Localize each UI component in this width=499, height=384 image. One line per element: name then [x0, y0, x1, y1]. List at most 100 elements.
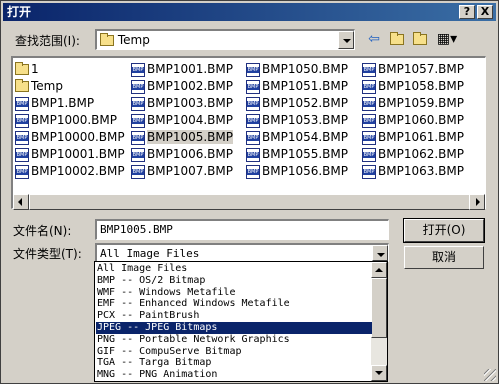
filetype-combo[interactable]: All Image Files: [95, 243, 389, 262]
file-item[interactable]: BMP1003.BMP: [131, 95, 233, 112]
file-item[interactable]: BMP1005.BMP: [131, 129, 233, 146]
file-item[interactable]: BMP1051.BMP: [246, 78, 348, 95]
bmp-file-icon: [15, 164, 29, 179]
bmp-file-icon: [246, 96, 260, 111]
folder-item[interactable]: 1: [15, 61, 39, 78]
file-name: BMP1063.BMP: [378, 164, 464, 178]
filetype-option[interactable]: TGA -- Targa Bitmap: [96, 357, 372, 369]
look-in-combo[interactable]: Temp: [95, 29, 355, 50]
file-item[interactable]: BMP1006.BMP: [131, 146, 233, 163]
file-item[interactable]: BMP1062.BMP: [362, 146, 464, 163]
file-item[interactable]: BMP1059.BMP: [362, 95, 464, 112]
file-item[interactable]: BMP1002.BMP: [131, 78, 233, 95]
file-name: BMP1007.BMP: [147, 164, 233, 178]
scroll-left-button[interactable]: [13, 194, 29, 210]
file-name: BMP1053.BMP: [262, 113, 348, 127]
filetype-option[interactable]: PNG -- Portable Network Graphics: [96, 334, 372, 346]
file-item[interactable]: BMP1050.BMP: [246, 61, 348, 78]
file-item[interactable]: BMP1007.BMP: [131, 163, 233, 180]
bmp-file-icon: [15, 113, 29, 128]
scroll-thumb[interactable]: [29, 194, 484, 210]
up-folder-icon[interactable]: [387, 30, 407, 48]
filename-input[interactable]: BMP1005.BMP: [95, 219, 389, 240]
file-item[interactable]: BMP1060.BMP: [362, 112, 464, 129]
bmp-file-icon: [131, 130, 145, 145]
bmp-file-icon: [131, 96, 145, 111]
back-icon[interactable]: ⇦: [364, 30, 384, 48]
folder-item[interactable]: Temp: [15, 78, 63, 95]
help-button[interactable]: ?: [459, 5, 475, 19]
resize-grip[interactable]: [484, 369, 496, 381]
scroll-right-button[interactable]: [469, 194, 485, 210]
bmp-file-icon: [246, 113, 260, 128]
filetype-option[interactable]: All Image Files: [96, 263, 372, 275]
dropdown-scroll-thumb[interactable]: [371, 278, 387, 338]
filetype-option[interactable]: WMF -- Windows Metafile: [96, 287, 372, 299]
folder-icon: [100, 33, 114, 46]
bmp-file-icon: [15, 130, 29, 145]
file-name: BMP1059.BMP: [378, 96, 464, 110]
file-name: BMP1056.BMP: [262, 164, 348, 178]
file-name: BMP1058.BMP: [378, 79, 464, 93]
bmp-file-icon: [15, 147, 29, 162]
filetype-label: 文件类型(T):: [13, 247, 82, 261]
filetype-value: All Image Files: [100, 247, 200, 260]
new-folder-icon[interactable]: [410, 30, 430, 48]
chevron-down-icon[interactable]: [338, 31, 354, 49]
bmp-file-icon: [362, 130, 376, 145]
bmp-file-icon: [362, 113, 376, 128]
open-button[interactable]: 打开(O): [403, 218, 485, 243]
file-item[interactable]: BMP1001.BMP: [131, 61, 233, 78]
bmp-file-icon: [362, 62, 376, 77]
file-item[interactable]: BMP10000.BMP: [15, 129, 125, 146]
file-name: BMP1051.BMP: [262, 79, 348, 93]
filetype-option[interactable]: JPEG -- JPEG Bitmaps: [96, 322, 372, 334]
file-item[interactable]: BMP10002.BMP: [15, 163, 125, 180]
file-item[interactable]: BMP1000.BMP: [15, 112, 117, 129]
look-in-value-wrap: Temp: [100, 33, 150, 47]
filetype-option[interactable]: MNG -- PNG Animation: [96, 369, 372, 381]
bmp-file-icon: [246, 62, 260, 77]
filetype-option[interactable]: GIF -- CompuServe Bitmap: [96, 346, 372, 358]
bmp-file-icon: [362, 96, 376, 111]
filename-value: BMP1005.BMP: [100, 223, 173, 236]
view-menu-icon[interactable]: ▦▾: [433, 30, 461, 48]
dropdown-scrollbar[interactable]: [371, 262, 387, 381]
file-name: BMP1055.BMP: [262, 147, 348, 161]
file-item[interactable]: BMP1.BMP: [15, 95, 94, 112]
folder-icon: [15, 62, 29, 75]
file-item[interactable]: BMP1055.BMP: [246, 146, 348, 163]
bmp-file-icon: [246, 130, 260, 145]
file-name: BMP1052.BMP: [262, 96, 348, 110]
bmp-file-icon: [246, 79, 260, 94]
scroll-up-button[interactable]: [371, 262, 387, 278]
file-name: BMP1061.BMP: [378, 130, 464, 144]
file-item[interactable]: BMP1004.BMP: [131, 112, 233, 129]
file-item[interactable]: BMP1054.BMP: [246, 129, 348, 146]
file-item[interactable]: BMP1058.BMP: [362, 78, 464, 95]
file-list[interactable]: 1 Temp BMP1.BMP BMP1000.BMP BMP10000.BMP BMP1…: [11, 56, 486, 209]
file-item[interactable]: BMP1057.BMP: [362, 61, 464, 78]
file-item[interactable]: BMP1056.BMP: [246, 163, 348, 180]
file-item[interactable]: BMP1061.BMP: [362, 129, 464, 146]
look-in-value: Temp: [117, 33, 150, 47]
file-name: BMP1054.BMP: [262, 130, 348, 144]
window-title: 打开: [7, 5, 32, 19]
filetype-option[interactable]: EMF -- Enhanced Windows Metafile: [96, 298, 372, 310]
horizontal-scrollbar[interactable]: [13, 194, 485, 210]
scroll-down-button[interactable]: [371, 365, 387, 381]
file-item[interactable]: BMP1063.BMP: [362, 163, 464, 180]
filename-label: 文件名(N):: [13, 224, 72, 238]
file-name: BMP1050.BMP: [262, 62, 348, 76]
file-item[interactable]: BMP10001.BMP: [15, 146, 125, 163]
bmp-file-icon: [131, 113, 145, 128]
cancel-button[interactable]: 取消: [404, 246, 484, 269]
file-item[interactable]: BMP1053.BMP: [246, 112, 348, 129]
filetype-option[interactable]: BMP -- OS/2 Bitmap: [96, 275, 372, 287]
file-item[interactable]: BMP1052.BMP: [246, 95, 348, 112]
bmp-file-icon: [15, 96, 29, 111]
filetype-dropdown-list[interactable]: All Image Files BMP -- OS/2 Bitmap WMF -- …: [94, 261, 388, 382]
chevron-down-icon[interactable]: [372, 245, 388, 261]
close-button[interactable]: X: [477, 5, 493, 19]
filetype-option[interactable]: PCX -- PaintBrush: [96, 310, 372, 322]
